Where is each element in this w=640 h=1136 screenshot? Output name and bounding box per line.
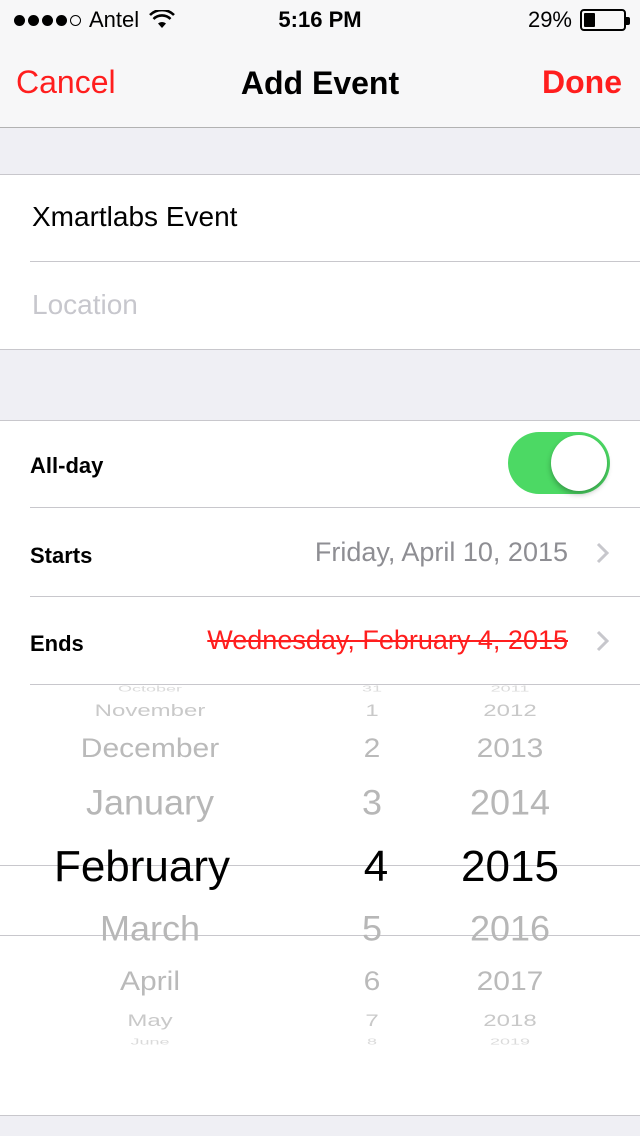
picker-month-item[interactable]: May bbox=[30, 1012, 270, 1030]
allday-row[interactable]: All-day bbox=[0, 421, 640, 507]
picker-day-item[interactable]: 5 bbox=[322, 911, 422, 947]
row-separator bbox=[30, 261, 640, 262]
event-details-section: Xmartlabs Event Location bbox=[0, 174, 640, 350]
picker-year-item[interactable]: 2017 bbox=[440, 968, 580, 996]
picker-day-item[interactable]: 1 bbox=[322, 702, 422, 720]
date-section: All-day Starts Friday, April 10, 2015 En… bbox=[0, 420, 640, 1116]
picker-day-item[interactable]: 7 bbox=[322, 1012, 422, 1030]
picker-year-item[interactable]: 2014 bbox=[440, 785, 580, 821]
picker-month-item[interactable]: February bbox=[22, 845, 262, 889]
picker-year-item[interactable]: 2016 bbox=[440, 911, 580, 947]
date-picker[interactable]: October November December January February Ma… bbox=[0, 685, 640, 1077]
picker-day-item[interactable]: 4 bbox=[326, 845, 426, 889]
navigation-bar: Cancel Add Event Done bbox=[0, 40, 640, 128]
picker-day-column[interactable]: 31 1 2 3 4 5 6 7 8 bbox=[322, 685, 422, 1077]
picker-day-item[interactable]: 8 bbox=[322, 1038, 422, 1046]
picker-month-item[interactable]: November bbox=[30, 702, 270, 720]
event-title-field[interactable]: Xmartlabs Event bbox=[32, 201, 237, 233]
picker-month-item[interactable]: March bbox=[30, 911, 270, 947]
battery-level-fill bbox=[584, 13, 595, 27]
status-right: 29% bbox=[527, 7, 630, 33]
picker-day-item[interactable]: 3 bbox=[322, 785, 422, 821]
picker-year-item[interactable]: 2012 bbox=[440, 702, 580, 720]
allday-toggle[interactable] bbox=[508, 432, 610, 494]
ends-value: Wednesday, February 4, 2015 bbox=[207, 625, 568, 655]
battery-icon bbox=[580, 9, 630, 31]
picker-month-item[interactable]: June bbox=[30, 1038, 270, 1046]
done-button[interactable]: Done bbox=[542, 64, 622, 101]
chevron-right-icon bbox=[596, 630, 610, 652]
picker-year-item[interactable]: 2018 bbox=[440, 1012, 580, 1030]
picker-month-column[interactable]: October November December January February Ma… bbox=[30, 685, 270, 1077]
picker-year-item[interactable]: 2011 bbox=[440, 685, 580, 693]
picker-month-item[interactable]: January bbox=[30, 785, 270, 821]
picker-month-item[interactable]: October bbox=[30, 685, 270, 693]
picker-month-item[interactable]: April bbox=[30, 968, 270, 996]
picker-year-column[interactable]: 2011 2012 2013 2014 2015 2016 2017 2018 2019 bbox=[440, 685, 580, 1077]
picker-year-item[interactable]: 2015 bbox=[440, 845, 580, 889]
picker-day-item[interactable]: 31 bbox=[322, 685, 422, 693]
status-bar: Antel 5:16 PM 29% bbox=[0, 0, 640, 40]
starts-label: Starts bbox=[30, 543, 93, 568]
picker-month-item[interactable]: December bbox=[30, 735, 270, 763]
battery-percent: 29% bbox=[527, 7, 572, 32]
starts-row[interactable]: Starts Friday, April 10, 2015 bbox=[0, 508, 640, 596]
picker-year-item[interactable]: 2013 bbox=[440, 735, 580, 763]
ends-label: Ends bbox=[30, 631, 84, 656]
picker-day-item[interactable]: 6 bbox=[322, 968, 422, 996]
location-field[interactable]: Location bbox=[32, 289, 138, 321]
toggle-knob bbox=[551, 435, 607, 491]
starts-value: Friday, April 10, 2015 bbox=[314, 537, 568, 567]
picker-day-item[interactable]: 2 bbox=[322, 735, 422, 763]
allday-label: All-day bbox=[30, 453, 104, 478]
picker-year-item[interactable]: 2019 bbox=[440, 1038, 580, 1046]
chevron-right-icon bbox=[596, 542, 610, 564]
ends-row[interactable]: Ends Wednesday, February 4, 2015 bbox=[0, 597, 640, 685]
